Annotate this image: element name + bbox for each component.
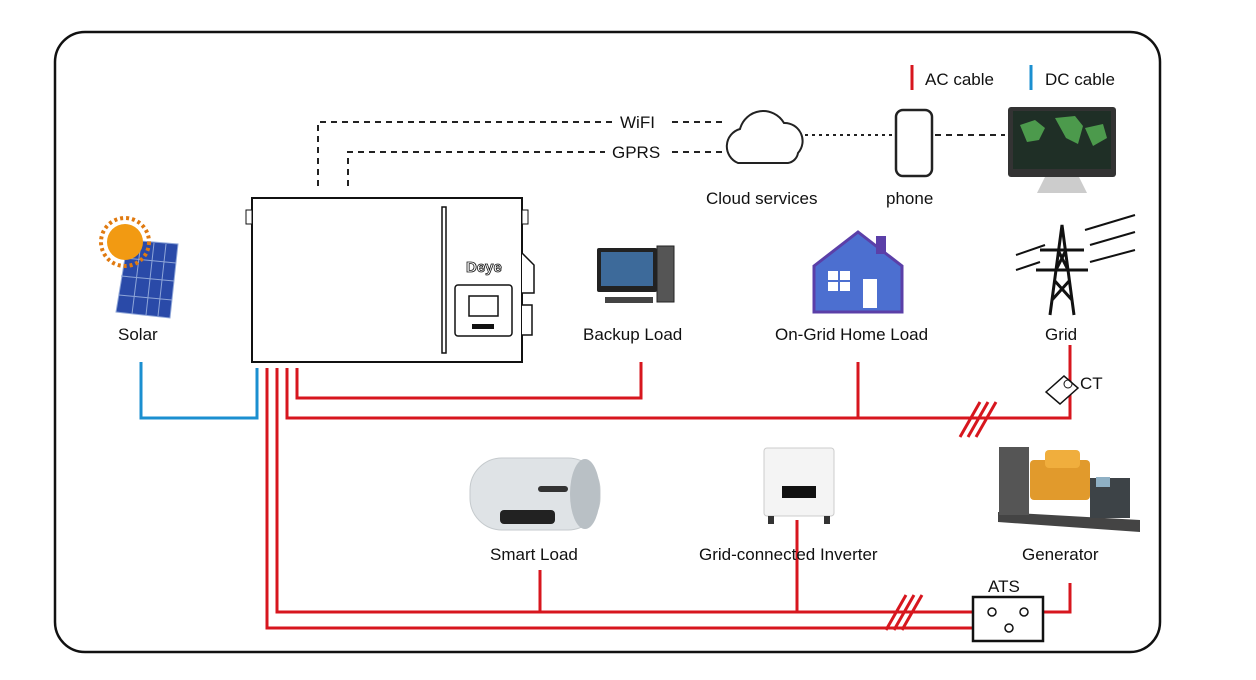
phone-icon (894, 108, 934, 178)
sun-icon (99, 216, 151, 268)
computer-icon (597, 245, 675, 303)
gprs-link (347, 151, 605, 186)
wifi-label: WiFI (620, 113, 655, 132)
wifi-link (317, 121, 612, 186)
cloud-label: Cloud services (706, 189, 818, 208)
ats-switch (971, 595, 1045, 643)
monitor-icon (1008, 107, 1116, 193)
dc-legend-label: DC cable (1045, 70, 1115, 89)
grid-label: Grid (1045, 325, 1077, 344)
ct-sensor-icon (1044, 375, 1080, 405)
grid-connected-inverter-label: Grid-connected Inverter (699, 545, 878, 564)
solar-label: Solar (118, 325, 158, 344)
power-tower-icon (1015, 214, 1136, 316)
inverter-brand-logo: Deye (466, 259, 502, 276)
gen-port-cable (275, 368, 986, 614)
gprs-label: GPRS (612, 143, 660, 162)
legend: AC cable DC cable (910, 65, 1115, 90)
house-icon (812, 230, 904, 314)
hybrid-inverter: Deye (245, 197, 535, 363)
cloud-icon (725, 110, 804, 164)
smart-load-label: Smart Load (490, 545, 578, 564)
generator-icon (998, 447, 1140, 532)
string-inverter-icon (763, 447, 835, 524)
ac-legend-label: AC cable (925, 70, 994, 89)
solar-dc-cable (139, 362, 259, 420)
ats-output-cable (265, 368, 1004, 630)
ats-label: ATS (988, 577, 1020, 596)
phone-label: phone (886, 189, 933, 208)
on-grid-home-load-label: On-Grid Home Load (775, 325, 928, 344)
backup-load-label: Backup Load (583, 325, 682, 344)
backup-load-cable (295, 362, 643, 400)
generator-label: Generator (1022, 545, 1099, 564)
system-diagram: AC cable DC cable WiFI GPRS Cloud servic… (53, 30, 1162, 654)
water-heater-icon (469, 457, 601, 531)
ct-label: CT (1080, 374, 1103, 393)
